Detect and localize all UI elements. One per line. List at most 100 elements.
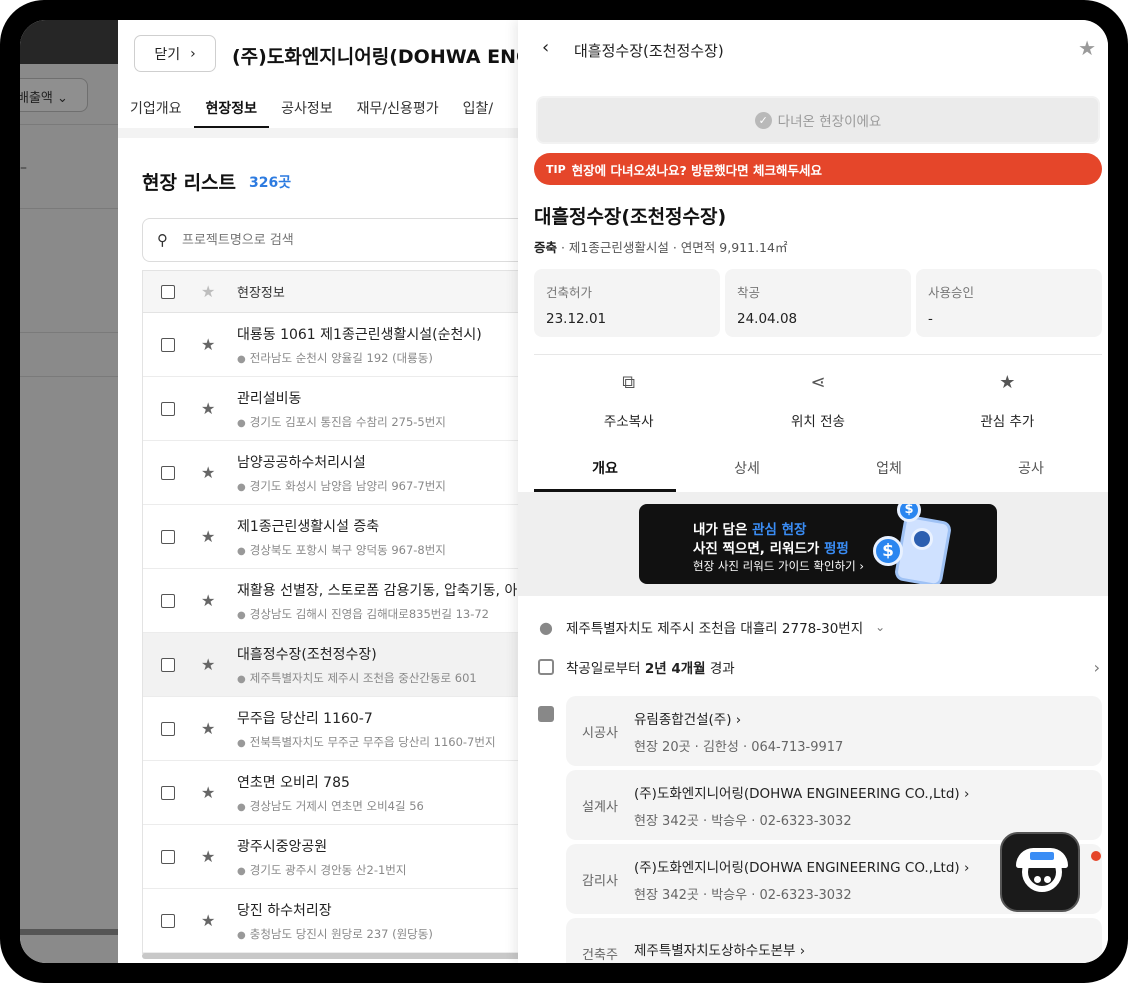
table-row[interactable]: ★ 연초면 오비리 785 ● 경상남도 거제시 연초면 오비4길 56: [143, 761, 538, 825]
elapsed-row[interactable]: 착공일로부터 2년 4개월 경과 ›: [538, 657, 1100, 677]
date-cards: 건축허가 23.12.01 착공 24.04.08 사용승인 -: [534, 269, 1102, 337]
background-topbar: [20, 20, 120, 64]
table-row[interactable]: ★ 재활용 선별장, 스토로폼 감용기동, 압축기동, 아… ● 경상남도 김해시 진…: [143, 569, 538, 633]
star-icon[interactable]: ★: [201, 399, 217, 418]
helmet-band-icon: [1030, 852, 1054, 860]
banner-line-1: 내가 담은 관심 현장: [693, 518, 806, 538]
site-address-text: 경상남도 김해시 진영읍 김해대로835번길 13-72: [249, 606, 490, 621]
firm-meta: 현장 20곳 · 김한성 · 064-713-9917: [634, 739, 844, 755]
favorite-star-icon[interactable]: ★: [1078, 36, 1096, 60]
firm-meta: 현장 342곳 · 박승우 · 02-6323-3032: [634, 813, 852, 829]
date-value: 24.04.08: [737, 311, 798, 327]
row-checkbox[interactable]: [161, 465, 175, 480]
site-address: 제주특별자치도 제주시 조천읍 대흘리 2778-30번지: [566, 621, 864, 637]
row-checkbox[interactable]: [161, 785, 175, 800]
firm-role: 시공사: [582, 725, 618, 741]
sales-filter-button[interactable]: 배출액 ⌄: [20, 78, 88, 112]
select-all-checkbox[interactable]: [161, 284, 175, 299]
detail-header-title: 대흘정수장(조천정수장): [574, 42, 724, 60]
tab-overview[interactable]: 개요: [534, 452, 676, 492]
device-frame: 배출액 ⌄ – 닫기 › (주)도화엔지니어링(DOHWA ENGIN 기업개요…: [0, 0, 1128, 983]
address-row[interactable]: ● 제주특별자치도 제주시 조천읍 대흘리 2778-30번지 ⌄: [538, 617, 885, 638]
tab-companies[interactable]: 업체: [818, 452, 960, 492]
elapsed-duration: 2년 4개월: [644, 661, 706, 677]
site-address-text: 경상남도 거제시 연초면 오비4길 56: [249, 798, 424, 813]
detail-header: ‹ 대흘정수장(조천정수장) ★: [518, 20, 1108, 80]
reward-banner[interactable]: 내가 담은 관심 현장 사진 찍으면, 리워드가 펑펑 현장 사진 리워드 가이…: [639, 504, 997, 584]
date-label: 건축허가: [546, 285, 593, 300]
site-address: ● 전북특별자치도 무주군 무주읍 당산리 1160-7번지: [237, 734, 496, 750]
star-icon[interactable]: ★: [201, 719, 217, 738]
site-name: 당진 하수처리장: [237, 902, 332, 919]
star-icon[interactable]: ★: [201, 911, 217, 930]
tab-construction[interactable]: 공사: [960, 452, 1102, 492]
firm-meta: 현장 342곳 · 박승우 · 02-6323-3032: [634, 887, 852, 903]
table-row[interactable]: ★ 남양공공하수처리시설 ● 경기도 화성시 남양읍 남양리 967-7번지: [143, 441, 538, 505]
row-checkbox[interactable]: [161, 657, 175, 672]
add-interest-button[interactable]: ★ 관심 추가: [913, 372, 1102, 430]
firm-owner[interactable]: 건축주 제주특별자치도상하수도본부 ›: [566, 918, 1102, 963]
star-icon[interactable]: ★: [201, 527, 217, 546]
tab-bidding[interactable]: 입찰/: [451, 94, 505, 128]
close-button[interactable]: 닫기 ›: [134, 35, 216, 72]
row-checkbox[interactable]: [161, 849, 175, 864]
tab-details[interactable]: 상세: [676, 452, 818, 492]
site-detail-panel: ‹ 대흘정수장(조천정수장) ★ ✓ 다녀온 현장이에요 TIP 현장에 다녀오…: [518, 20, 1108, 963]
site-address: ● 경상남도 김해시 진영읍 김해대로835번길 13-72: [237, 606, 531, 622]
section-separator: [118, 128, 538, 138]
star-icon[interactable]: ★: [201, 847, 217, 866]
firm-contractor[interactable]: 시공사 유림종합건설(주) › 현장 20곳 · 김한성 · 064-713-9…: [566, 696, 1102, 766]
location-pin-icon: ●: [237, 353, 246, 365]
back-arrow-icon[interactable]: ‹: [542, 37, 549, 58]
firm-name-text: (주)도화엔지니어링(DOHWA ENGINEERING CO.,Ltd): [634, 785, 960, 802]
close-label: 닫기: [154, 46, 181, 63]
row-checkbox[interactable]: [161, 337, 175, 352]
table-row[interactable]: ★ 당진 하수처리장 ● 충청남도 당진시 원당로 237 (원당동): [143, 889, 538, 953]
star-icon[interactable]: ★: [201, 335, 217, 354]
copy-address-button[interactable]: ⧉ 주소복사: [534, 372, 723, 430]
row-checkbox[interactable]: [161, 721, 175, 736]
firm-info: (주)도화엔지니어링(DOHWA ENGINEERING CO.,Ltd) › …: [634, 856, 969, 903]
firm-role: 감리사: [582, 873, 618, 889]
tab-company-overview[interactable]: 기업개요: [118, 94, 194, 128]
divider: [20, 376, 120, 377]
row-checkbox[interactable]: [161, 529, 175, 544]
firm-role: 설계사: [582, 799, 618, 815]
tab-construction-info[interactable]: 공사정보: [269, 94, 345, 128]
search-input[interactable]: [182, 232, 482, 248]
firm-designer[interactable]: 설계사 (주)도화엔지니어링(DOHWA ENGINEERING CO.,Ltd…: [566, 770, 1102, 840]
site-address-text: 경기도 광주시 경안동 산2-1번지: [249, 862, 407, 877]
row-checkbox[interactable]: [161, 593, 175, 608]
table-row[interactable]: ★ 대흘정수장(조천정수장) ● 제주특별자치도 제주시 조천읍 중산간동로 601: [143, 633, 538, 697]
site-table: ★ 현장정보 ★ 대룡동 1061 제1종근린생활시설(순천시) ● 전라남도 순천시…: [142, 270, 538, 954]
row-checkbox[interactable]: [161, 913, 175, 928]
table-row[interactable]: ★ 제1종근린생활시설 증축 ● 경상북도 포항시 북구 양덕동 967-8번지: [143, 505, 538, 569]
table-row[interactable]: ★ 무주읍 당산리 1160-7 ● 전북특별자치도 무주군 무주읍 당산리 1160…: [143, 697, 538, 761]
star-icon[interactable]: ★: [201, 463, 217, 482]
action-label: 관심 추가: [980, 414, 1035, 430]
star-icon[interactable]: ★: [201, 591, 217, 610]
table-row[interactable]: ★ 관리설비동 ● 경기도 김포시 통진읍 수참리 275-5번지: [143, 377, 538, 441]
chevron-right-icon: ›: [190, 45, 196, 62]
row-checkbox[interactable]: [161, 401, 175, 416]
firm-list: 시공사 유림종합건설(주) › 현장 20곳 · 김한성 · 064-713-9…: [566, 696, 1102, 963]
background-scrollbar: [20, 929, 120, 935]
detail-tabs: 개요 상세 업체 공사: [534, 452, 1102, 492]
row-info: 남양공공하수처리시설 ● 경기도 화성시 남양읍 남양리 967-7번지: [237, 452, 446, 494]
row-info: 당진 하수처리장 ● 충청남도 당진시 원당로 237 (원당동): [237, 900, 433, 942]
row-info: 광주시중앙공원 ● 경기도 광주시 경안동 산2-1번지: [237, 836, 406, 878]
table-row[interactable]: ★ 광주시중앙공원 ● 경기도 광주시 경안동 산2-1번지: [143, 825, 538, 889]
star-icon[interactable]: ★: [201, 655, 217, 674]
banner-line-1b: 관심 현장: [752, 522, 807, 538]
table-row[interactable]: ★ 대룡동 1061 제1종근린생활시설(순천시) ● 전라남도 순천시 양율길 19…: [143, 313, 538, 377]
helper-chat-button[interactable]: [1000, 832, 1080, 912]
star-icon[interactable]: ★: [201, 783, 217, 802]
tab-finance-credit[interactable]: 재무/신용평가: [345, 94, 451, 128]
firm-info: 제주특별자치도상하수도본부 ›: [634, 939, 805, 963]
site-address: ● 경기도 광주시 경안동 산2-1번지: [237, 862, 406, 878]
tab-site-info[interactable]: 현장정보: [193, 94, 270, 128]
background-app: 배출액 ⌄ –: [20, 20, 120, 963]
horizontal-scrollbar[interactable]: [142, 953, 522, 959]
visited-button[interactable]: ✓ 다녀온 현장이에요: [536, 96, 1100, 144]
send-location-button[interactable]: ⋖ 위치 전송: [723, 372, 912, 430]
